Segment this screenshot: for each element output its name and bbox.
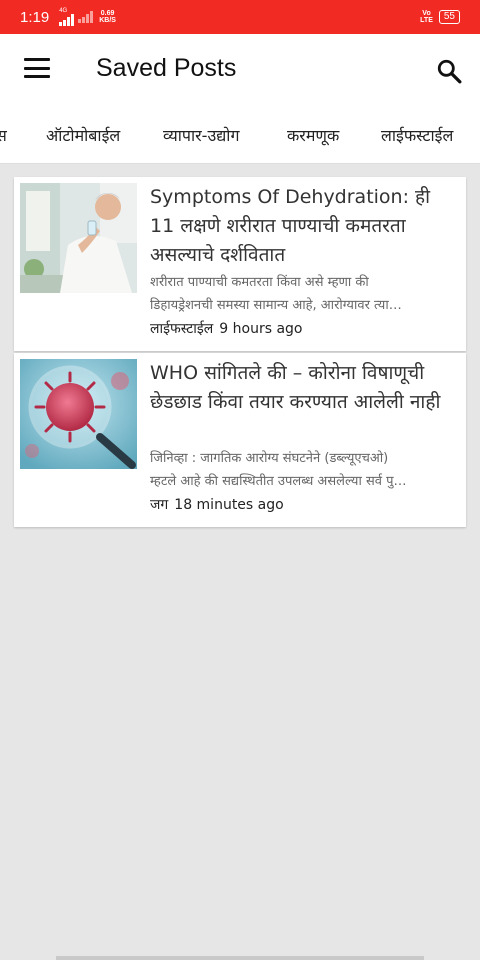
post-thumbnail-image (20, 359, 137, 469)
status-icons: 4G 0.69 KB/S (59, 8, 116, 26)
tab-entertainment[interactable]: करमणूक (287, 124, 339, 146)
post-category: लाईफस्टाईल (150, 321, 214, 337)
tab-business[interactable]: व्यापार-उद्योग (163, 124, 239, 146)
post-thumbnail-image (20, 183, 137, 293)
battery-icon: 55 (438, 10, 460, 24)
post-category: जग (150, 497, 169, 513)
saved-post-card[interactable]: Symptoms Of Dehydration: ही 11 लक्षणे शर… (14, 177, 466, 351)
signal-icon-2 (78, 11, 94, 23)
post-title[interactable]: WHO सांगितले की – कोरोना विषाणूची छेडछाड… (150, 359, 458, 417)
speed-value: 0.69 (100, 10, 115, 17)
status-right: Vo LTE 55 (420, 10, 460, 24)
post-meta: जग 18 minutes ago (150, 495, 284, 514)
speed-unit: KB/S (99, 17, 116, 24)
post-title[interactable]: Symptoms Of Dehydration: ही 11 लक्षणे शर… (150, 183, 458, 270)
bottom-strip (56, 956, 424, 960)
status-time: 1:19 (20, 8, 50, 26)
post-time: 9 hours ago (219, 321, 303, 337)
network-speed: 0.69 KB/S (99, 10, 116, 24)
post-excerpt: शरीरात पाण्याची कमतरता किंवा असे म्हणा क… (150, 275, 402, 313)
page-title: Saved Posts (96, 54, 237, 82)
post-meta: लाईफस्टाईल 9 hours ago (150, 319, 302, 338)
post-excerpt: जिनिव्हा : जागतिक आरोग्य संघटनेने (डब्ल्… (150, 451, 407, 489)
tab-automobile[interactable]: ऑटोमोबाईल (46, 124, 120, 146)
volte-icon: Vo LTE (420, 10, 433, 24)
category-tabs: स ऑटोमोबाईल व्यापार-उद्योग करमणूक लाईफस्… (0, 106, 480, 164)
menu-icon[interactable] (24, 58, 50, 78)
search-icon[interactable] (436, 58, 462, 84)
status-bar: 1:19 4G 0.69 KB/S Vo LTE 55 (0, 0, 480, 34)
tab-lifestyle[interactable]: लाईफस्टाईल (381, 124, 453, 146)
post-time: 18 minutes ago (174, 497, 284, 513)
app-bar: Saved Posts (0, 34, 480, 106)
signal-icon-1: 4G (59, 8, 75, 26)
saved-post-card[interactable]: WHO सांगितले की – कोरोना विषाणूची छेडछाड… (14, 353, 466, 527)
tab-partial[interactable]: स (0, 124, 7, 146)
